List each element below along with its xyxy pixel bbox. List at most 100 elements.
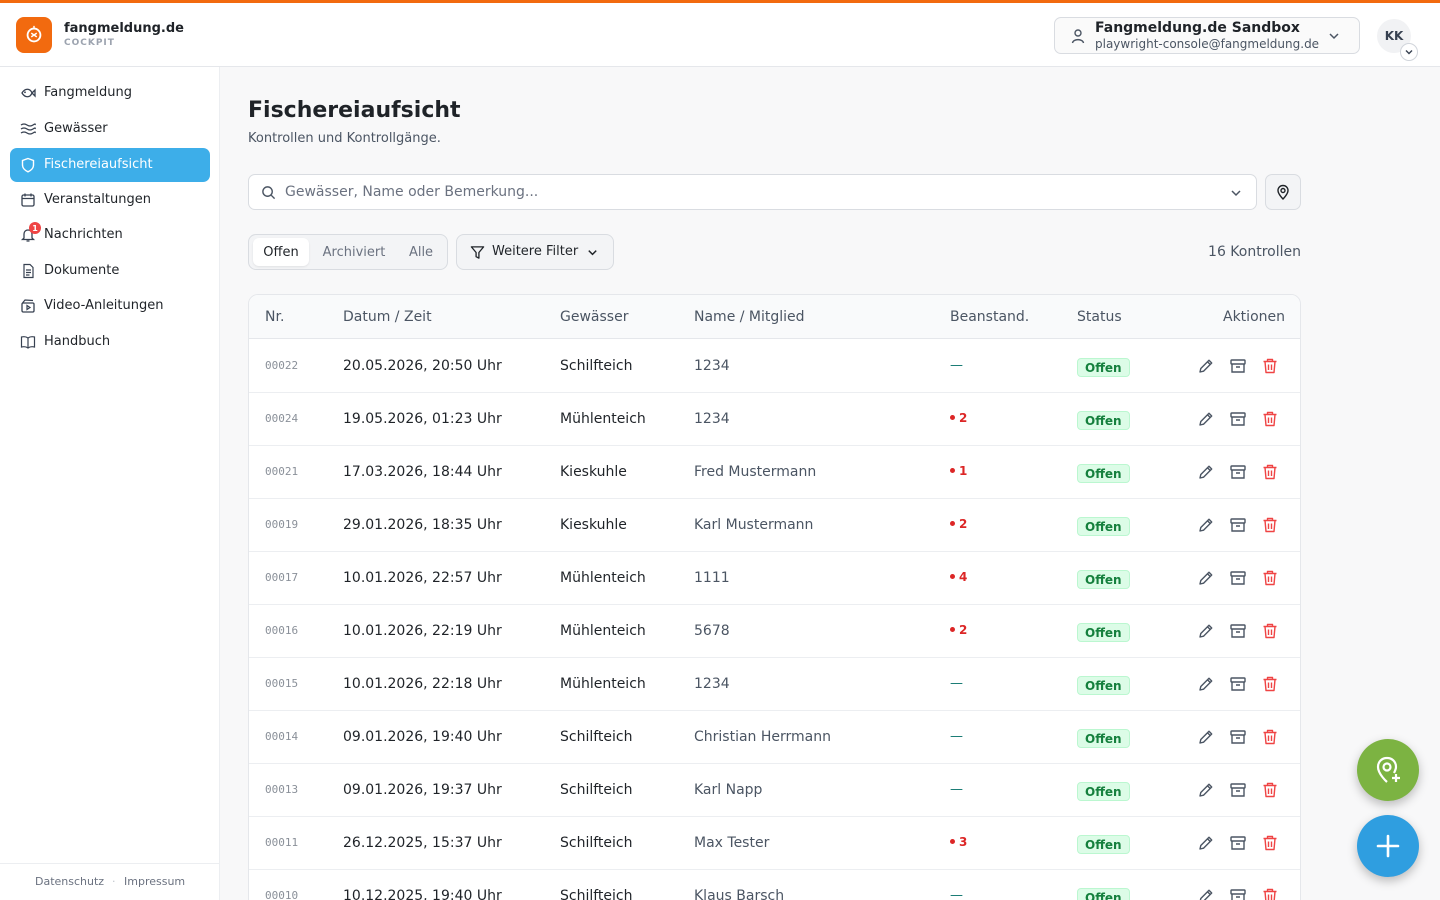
status-badge: Offen (1077, 358, 1130, 377)
table-row[interactable]: 00019 29.01.2026, 18:35 Uhr Kieskuhle Karl … (249, 499, 1300, 552)
archive-icon[interactable] (1229, 463, 1247, 481)
sidebar-item-label: Nachrichten (44, 227, 123, 242)
chevron-down-icon (1329, 33, 1339, 40)
archive-icon[interactable] (1229, 357, 1247, 375)
archive-icon[interactable] (1229, 516, 1247, 534)
map-pin-icon (1277, 184, 1289, 200)
delete-icon[interactable] (1261, 887, 1279, 900)
archive-icon[interactable] (1229, 887, 1247, 900)
video-icon (21, 299, 35, 313)
complaints-none: — (950, 676, 963, 691)
complaint-dot (950, 468, 955, 473)
add-control-fab[interactable] (1357, 815, 1419, 877)
delete-icon[interactable] (1261, 834, 1279, 852)
control-member: Karl Mustermann (694, 517, 814, 533)
sidebar-footer: Datenschutz · Impressum (0, 863, 220, 900)
sidebar-item-veranstaltungen[interactable]: Veranstaltungen (10, 183, 210, 217)
edit-icon[interactable] (1197, 781, 1215, 799)
edit-icon[interactable] (1197, 675, 1215, 693)
table-row[interactable]: 00022 20.05.2026, 20:50 Uhr Schilfteich 123… (249, 340, 1300, 393)
complaints-count: 2 (959, 623, 968, 637)
control-number: 00021 (265, 465, 299, 478)
archive-icon[interactable] (1229, 728, 1247, 746)
add-location-fab[interactable] (1357, 739, 1419, 801)
table-row[interactable]: 00010 10.12.2025, 19:40 Uhr Schilfteich Kla… (249, 870, 1300, 900)
complaint-dot (950, 521, 955, 526)
archive-icon[interactable] (1229, 781, 1247, 799)
sidebar-item-video-anleitungen[interactable]: Video-Anleitungen (10, 289, 210, 323)
sidebar-item-label: Gewässer (44, 121, 108, 136)
tab-archiviert[interactable]: Archiviert (313, 238, 395, 266)
edit-icon[interactable] (1197, 357, 1215, 375)
tab-offen[interactable]: Offen (253, 238, 309, 266)
complaints-none: — (950, 729, 963, 744)
edit-icon[interactable] (1197, 516, 1215, 534)
edit-icon[interactable] (1197, 410, 1215, 428)
tab-alle[interactable]: Alle (399, 238, 443, 266)
archive-icon[interactable] (1229, 410, 1247, 428)
organization-selector[interactable]: Fangmeldung.de Sandbox playwright-consol… (1054, 17, 1360, 54)
control-member: Fred Mustermann (694, 464, 817, 480)
control-water: Schilfteich (560, 835, 633, 851)
status-badge: Offen (1077, 464, 1130, 483)
chevron-down-icon[interactable] (1229, 186, 1243, 200)
archive-icon[interactable] (1229, 834, 1247, 852)
sidebar-item-nachrichten[interactable]: 1 Nachrichten (10, 218, 210, 252)
delete-icon[interactable] (1261, 728, 1279, 746)
user-icon (1071, 29, 1085, 44)
archive-icon[interactable] (1229, 675, 1247, 693)
document-icon (23, 263, 34, 279)
column-header-name: Name / Mitglied (694, 309, 805, 325)
control-datetime: 10.01.2026, 22:57 Uhr (343, 570, 502, 586)
control-member: 1234 (694, 676, 730, 692)
delete-icon[interactable] (1261, 516, 1279, 534)
table-row[interactable]: 00017 10.01.2026, 22:57 Uhr Mühlenteich 111… (249, 552, 1300, 605)
complaint-dot (950, 574, 955, 579)
table-row[interactable]: 00021 17.03.2026, 18:44 Uhr Kieskuhle Fred … (249, 446, 1300, 499)
complaint-dot (950, 415, 955, 420)
edit-icon[interactable] (1197, 569, 1215, 587)
edit-icon[interactable] (1197, 622, 1215, 640)
delete-icon[interactable] (1261, 622, 1279, 640)
calendar-icon (21, 193, 35, 207)
control-datetime: 09.01.2026, 19:37 Uhr (343, 782, 502, 798)
delete-icon[interactable] (1261, 781, 1279, 799)
table-row[interactable]: 00013 09.01.2026, 19:37 Uhr Schilfteich Kar… (249, 764, 1300, 817)
table-row[interactable]: 00011 26.12.2025, 15:37 Uhr Schilfteich Max… (249, 817, 1300, 870)
table-row[interactable]: 00024 19.05.2026, 01:23 Uhr Mühlenteich 123… (249, 393, 1300, 446)
delete-icon[interactable] (1261, 463, 1279, 481)
delete-icon[interactable] (1261, 675, 1279, 693)
more-filters-label: Weitere Filter (492, 244, 579, 259)
table-row[interactable]: 00015 10.01.2026, 22:18 Uhr Mühlenteich 123… (249, 658, 1300, 711)
complaints-none: — (950, 888, 963, 900)
avatar-menu-toggle[interactable] (1400, 43, 1418, 61)
control-member: Christian Herrmann (694, 729, 831, 745)
delete-icon[interactable] (1261, 410, 1279, 428)
map-view-button[interactable] (1265, 174, 1301, 210)
sidebar-item-fischereiaufsicht[interactable]: Fischereiaufsicht (10, 148, 210, 182)
table-row[interactable]: 00016 10.01.2026, 22:19 Uhr Mühlenteich 567… (249, 605, 1300, 658)
edit-icon[interactable] (1197, 834, 1215, 852)
privacy-link[interactable]: Datenschutz (35, 875, 104, 888)
sidebar-item-gewaesser[interactable]: Gewässer (10, 112, 210, 146)
sidebar-item-fangmeldung[interactable]: Fangmeldung (10, 76, 210, 110)
edit-icon[interactable] (1197, 463, 1215, 481)
imprint-link[interactable]: Impressum (124, 875, 185, 888)
delete-icon[interactable] (1261, 569, 1279, 587)
status-badge: Offen (1077, 835, 1130, 854)
edit-icon[interactable] (1197, 728, 1215, 746)
archive-icon[interactable] (1229, 569, 1247, 587)
brand-logo[interactable] (16, 17, 52, 53)
search-input[interactable] (285, 175, 1215, 209)
edit-icon[interactable] (1197, 887, 1215, 900)
complaint-dot (950, 839, 955, 844)
complaints-none: — (950, 782, 963, 797)
delete-icon[interactable] (1261, 357, 1279, 375)
table-row[interactable]: 00014 09.01.2026, 19:40 Uhr Schilfteich Chr… (249, 711, 1300, 764)
page-title: Fischereiaufsicht (248, 98, 461, 123)
control-water: Kieskuhle (560, 464, 627, 480)
sidebar-item-handbuch[interactable]: Handbuch (10, 325, 210, 359)
more-filters-button[interactable]: Weitere Filter (456, 234, 614, 270)
archive-icon[interactable] (1229, 622, 1247, 640)
sidebar-item-dokumente[interactable]: Dokumente (10, 254, 210, 288)
